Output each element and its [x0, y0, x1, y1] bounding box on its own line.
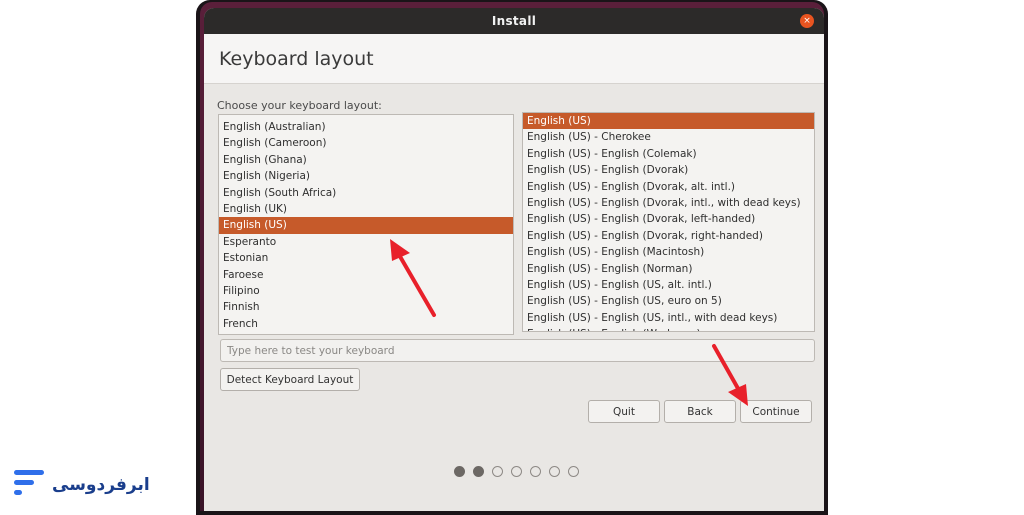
progress-dot	[492, 466, 503, 477]
keyboard-test-input[interactable]	[220, 339, 815, 362]
layout-list[interactable]: English (Australian) English (Cameroon) En…	[218, 114, 514, 335]
variant-item[interactable]: English (US) - English (Workman)	[523, 326, 814, 331]
layout-item[interactable]: English (US)	[219, 217, 513, 234]
detect-layout-button[interactable]: Detect Keyboard Layout	[220, 368, 360, 391]
page-header: Keyboard layout	[204, 34, 824, 84]
variant-list[interactable]: English (US) English (US) - Cherokee Engli…	[522, 112, 815, 332]
variant-item[interactable]: English (US) - English (Dvorak, intl., w…	[523, 195, 814, 211]
progress-dots	[454, 466, 579, 477]
progress-dot	[473, 466, 484, 477]
layout-item[interactable]: Finnish	[219, 299, 513, 315]
layout-item[interactable]: English (Ghana)	[219, 152, 513, 168]
brand-logo-icon	[14, 470, 44, 500]
progress-dot	[549, 466, 560, 477]
back-button[interactable]: Back	[664, 400, 736, 423]
variant-item[interactable]: English (US) - English (US, alt. intl.)	[523, 277, 814, 293]
variant-item[interactable]: English (US) - English (Dvorak, right-ha…	[523, 228, 814, 244]
variant-item[interactable]: English (US) - English (Colemak)	[523, 146, 814, 162]
screenshot-stage: Install × Keyboard layout Choose your ke…	[0, 0, 1024, 515]
layout-item[interactable]: Estonian	[219, 250, 513, 266]
page-title: Keyboard layout	[219, 48, 374, 70]
desktop-background: Install × Keyboard layout Choose your ke…	[200, 2, 824, 511]
progress-dot	[511, 466, 522, 477]
layout-item[interactable]: English (UK)	[219, 201, 513, 217]
variant-item[interactable]: English (US) - English (Dvorak)	[523, 162, 814, 178]
brand-watermark: ابرفردوسی	[14, 470, 150, 500]
variant-item[interactable]: English (US) - English (Dvorak, left-han…	[523, 211, 814, 227]
variant-item[interactable]: English (US) - English (Norman)	[523, 261, 814, 277]
layout-prompt: Choose your keyboard layout:	[217, 99, 382, 112]
layout-item[interactable]: English (South Africa)	[219, 185, 513, 201]
window-titlebar: Install ×	[204, 8, 824, 34]
brand-name: ابرفردوسی	[52, 475, 150, 495]
progress-dot	[568, 466, 579, 477]
close-icon[interactable]: ×	[800, 14, 814, 28]
layout-item[interactable]: Esperanto	[219, 234, 513, 250]
quit-button[interactable]: Quit	[588, 400, 660, 423]
layout-item[interactable]: French	[219, 316, 513, 332]
variant-item[interactable]: English (US) - English (Macintosh)	[523, 244, 814, 260]
layout-item[interactable]: Filipino	[219, 283, 513, 299]
progress-dot	[530, 466, 541, 477]
variant-item[interactable]: English (US)	[523, 113, 814, 130]
variant-item[interactable]: English (US) - English (Dvorak, alt. int…	[523, 179, 814, 195]
layout-item[interactable]: English (Australian)	[219, 119, 513, 135]
layout-item[interactable]: Faroese	[219, 267, 513, 283]
installer-window: Install × Keyboard layout Choose your ke…	[204, 8, 824, 511]
variant-item[interactable]: English (US) - Cherokee	[523, 129, 814, 145]
layout-item[interactable]: English (Nigeria)	[219, 168, 513, 184]
variant-item[interactable]: English (US) - English (US, euro on 5)	[523, 293, 814, 309]
variant-list-rows: English (US) English (US) - Cherokee Engli…	[523, 113, 814, 331]
variant-item[interactable]: English (US) - English (US, intl., with …	[523, 310, 814, 326]
layout-item[interactable]: English (Cameroon)	[219, 135, 513, 151]
window-title: Install	[491, 14, 537, 28]
layout-list-rows: English (Australian) English (Cameroon) En…	[219, 119, 513, 332]
continue-button[interactable]: Continue	[740, 400, 812, 423]
monitor-bezel: Install × Keyboard layout Choose your ke…	[196, 0, 828, 515]
progress-dot	[454, 466, 465, 477]
